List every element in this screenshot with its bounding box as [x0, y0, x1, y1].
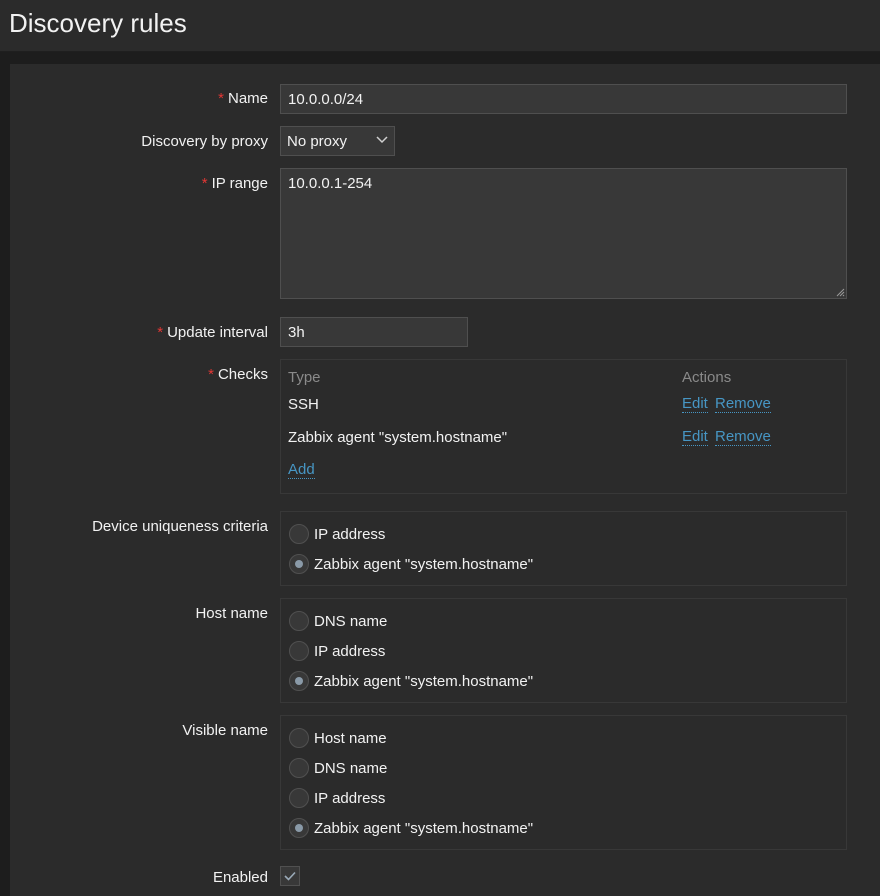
radio-button[interactable]: [289, 758, 309, 778]
discovery-rule-form: * Name 10.0.0.0/24 Discovery by proxy No …: [10, 64, 880, 896]
radio-button-selected[interactable]: [289, 671, 309, 691]
name-label: * Name: [218, 90, 268, 107]
visible-name-radio-group: Host name DNS name IP address Zabbix age…: [280, 715, 847, 850]
uniqueness-option-agent[interactable]: Zabbix agent "system.hostname": [289, 554, 533, 574]
checks-col-actions: Actions: [682, 369, 732, 386]
add-check-link[interactable]: Add: [288, 462, 315, 479]
visible-name-option-ip[interactable]: IP address: [289, 788, 385, 808]
required-asterisk: *: [208, 366, 214, 383]
uniqueness-option-ip[interactable]: IP address: [289, 524, 385, 544]
page-header: Discovery rules: [0, 0, 880, 52]
proxy-select-value: No proxy: [287, 132, 348, 150]
required-asterisk: *: [218, 90, 224, 107]
update-interval-label: * Update interval: [157, 324, 268, 341]
proxy-select[interactable]: No proxy: [280, 126, 395, 156]
host-name-label: Host name: [195, 605, 268, 622]
uniqueness-label: Device uniqueness criteria: [92, 518, 268, 535]
host-name-option-ip[interactable]: IP address: [289, 641, 385, 661]
required-asterisk: *: [157, 324, 164, 341]
radio-button[interactable]: [289, 641, 309, 661]
enabled-label: Enabled: [212, 869, 268, 886]
check-row-type: Zabbix agent "system.hostname": [288, 429, 508, 446]
check-remove-link[interactable]: Remove: [715, 429, 771, 446]
radio-button[interactable]: [289, 524, 309, 544]
visible-name-option-agent[interactable]: Zabbix agent "system.hostname": [289, 818, 533, 838]
checks-table: Type Actions SSH Edit Remove Zabbix agen…: [280, 359, 847, 494]
checks-col-type: Type: [288, 369, 321, 386]
chevron-down-icon: [376, 136, 388, 144]
proxy-label: Discovery by proxy: [141, 133, 268, 150]
uniqueness-radio-group: IP address Zabbix agent "system.hostname…: [280, 511, 847, 586]
ip-range-textarea[interactable]: 10.0.0.1-254: [280, 168, 847, 299]
update-interval-input[interactable]: 3h: [280, 317, 468, 347]
checkmark-icon: [284, 871, 296, 881]
ip-range-label: * IP range: [201, 175, 268, 192]
check-row-type: SSH: [288, 396, 319, 413]
resize-grip-icon[interactable]: [835, 287, 845, 297]
required-asterisk: *: [201, 175, 208, 192]
radio-button-selected[interactable]: [289, 818, 309, 838]
visible-name-label: Visible name: [182, 722, 268, 739]
enabled-checkbox[interactable]: [280, 866, 300, 886]
ip-range-value: 10.0.0.1-254: [288, 175, 373, 192]
name-input[interactable]: 10.0.0.0/24: [280, 84, 847, 114]
page-title: Discovery rules: [9, 8, 187, 38]
visible-name-option-host[interactable]: Host name: [289, 728, 387, 748]
check-remove-link[interactable]: Remove: [715, 396, 771, 413]
host-name-radio-group: DNS name IP address Zabbix agent "system…: [280, 598, 847, 703]
host-name-option-agent[interactable]: Zabbix agent "system.hostname": [289, 671, 533, 691]
radio-button-selected[interactable]: [289, 554, 309, 574]
radio-button[interactable]: [289, 728, 309, 748]
check-edit-link[interactable]: Edit: [682, 396, 708, 413]
host-name-option-dns[interactable]: DNS name: [289, 611, 387, 631]
checks-label: * Checks: [208, 366, 268, 383]
visible-name-option-dns[interactable]: DNS name: [289, 758, 387, 778]
radio-button[interactable]: [289, 611, 309, 631]
check-edit-link[interactable]: Edit: [682, 429, 708, 446]
radio-button[interactable]: [289, 788, 309, 808]
